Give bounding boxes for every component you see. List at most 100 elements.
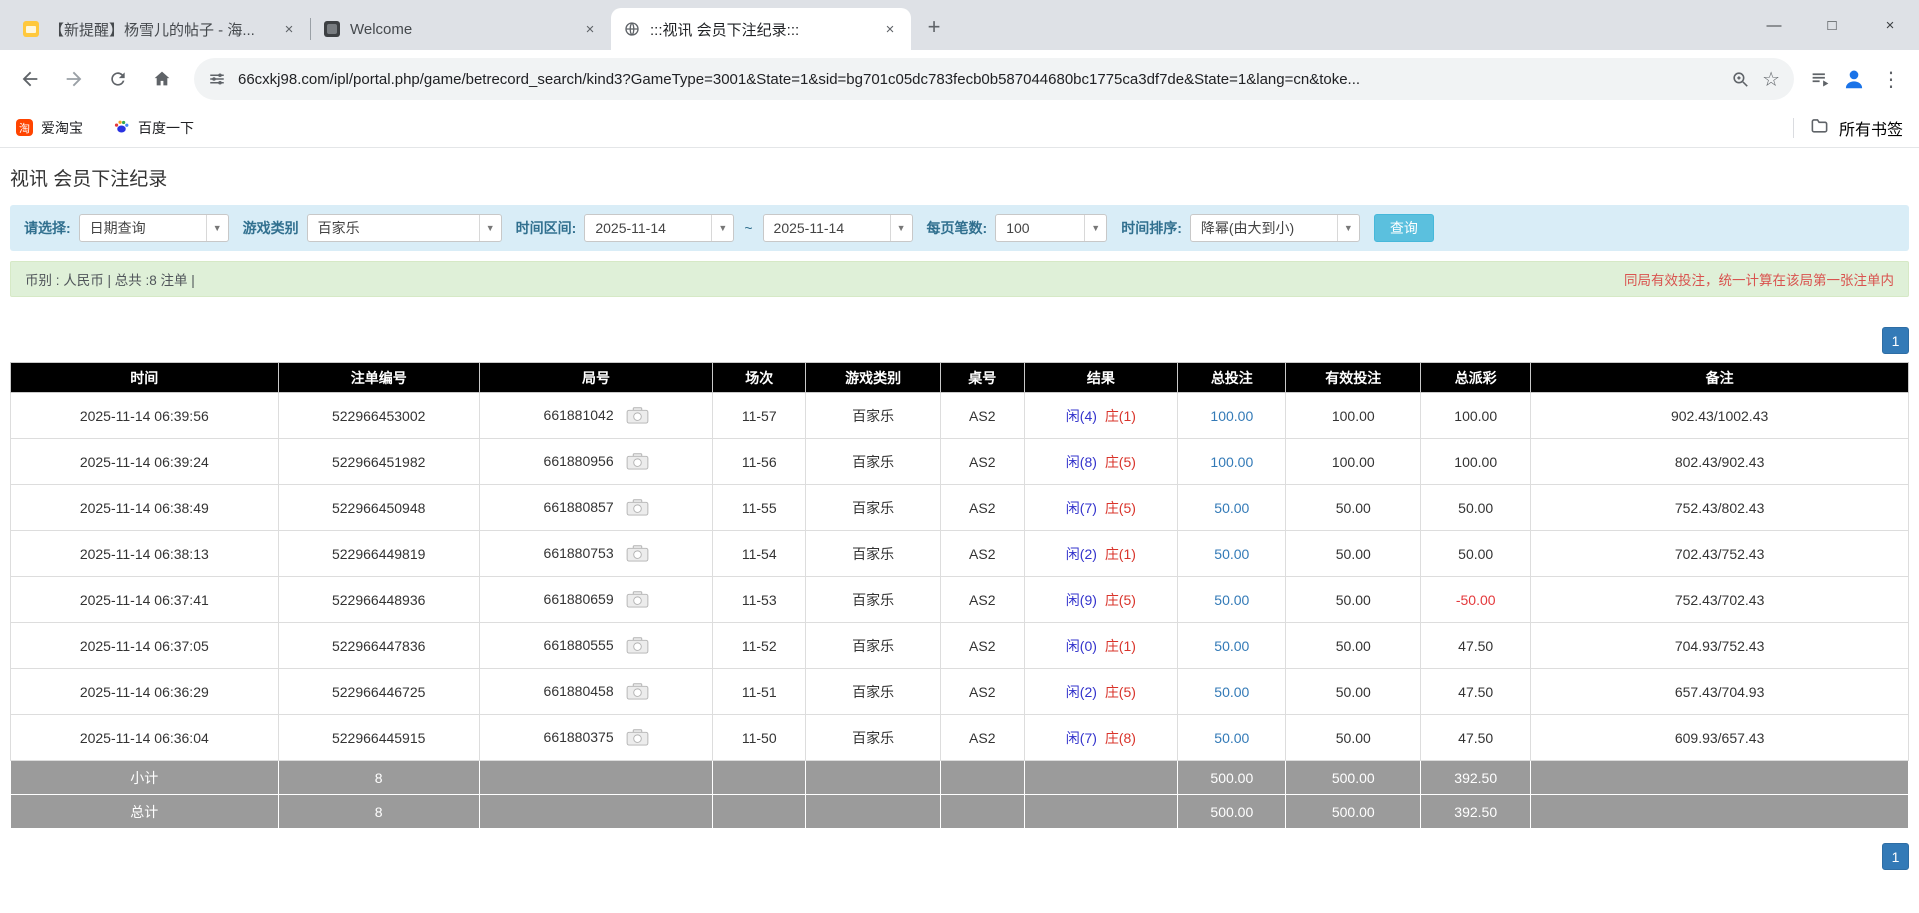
cell-time: 2025-11-14 06:37:41 [10, 576, 279, 623]
site-info-icon[interactable] [208, 70, 226, 88]
browser-toolbar: 66cxkj98.com/ipl/portal.php/game/betreco… [0, 50, 1919, 108]
date-from-select[interactable]: 2025-11-14 ▼ [584, 214, 735, 242]
subtotal-total-bet: 500.00 [1177, 760, 1287, 795]
url-text[interactable]: 66cxkj98.com/ipl/portal.php/game/betreco… [238, 71, 1719, 88]
total-total-bet: 500.00 [1177, 794, 1287, 829]
table-row: 2025-11-14 06:39:24 522966451982 6618809… [10, 438, 1909, 485]
profile-avatar[interactable] [1841, 66, 1867, 92]
col-game-type: 游戏类别 [805, 362, 941, 393]
search-button[interactable]: 查询 [1373, 214, 1434, 242]
result-banker: 庄(1) [1104, 637, 1136, 654]
result-banker: 庄(5) [1104, 591, 1136, 608]
media-controls-icon[interactable] [1810, 69, 1831, 90]
home-button[interactable] [142, 59, 182, 99]
replay-camera-icon[interactable] [626, 453, 649, 470]
cell-valid-bet: 100.00 [1285, 438, 1422, 485]
replay-camera-icon[interactable] [626, 683, 649, 700]
tab-close-icon[interactable]: × [879, 18, 901, 40]
col-valid-bet: 有效投注 [1285, 362, 1422, 393]
result-banker: 庄(1) [1104, 407, 1136, 424]
table-row: 2025-11-14 06:37:41 522966448936 6618806… [10, 576, 1909, 623]
page-size-label: 每页笔数: [926, 220, 988, 236]
cell-session: 11-54 [712, 530, 807, 577]
refresh-button[interactable] [98, 59, 138, 99]
cell-note: 802.43/902.43 [1530, 438, 1909, 485]
cell-payout: 47.50 [1420, 668, 1532, 715]
maximize-button[interactable]: □ [1803, 0, 1861, 50]
page-size-select[interactable]: 100 ▼ [995, 214, 1108, 242]
browser-menu-icon[interactable]: ⋮ [1877, 67, 1905, 92]
new-tab-button[interactable]: + [919, 12, 949, 42]
cell-time: 2025-11-14 06:36:04 [10, 714, 279, 761]
cell-payout: -50.00 [1420, 576, 1532, 623]
page-1-button[interactable]: 1 [1882, 327, 1909, 354]
cell-valid-bet: 50.00 [1285, 714, 1422, 761]
date-to-select[interactable]: 2025-11-14 ▼ [762, 214, 913, 242]
forward-button[interactable] [54, 59, 94, 99]
cell-total-bet: 50.00 [1177, 622, 1287, 669]
cell-payout: 50.00 [1420, 484, 1532, 531]
page-1-button[interactable]: 1 [1882, 843, 1909, 870]
cell-bet-id: 522966446725 [277, 668, 480, 715]
minimize-button[interactable]: — [1745, 0, 1803, 50]
total-bet-link[interactable]: 100.00 [1210, 408, 1253, 424]
cell-bet-id: 522966453002 [277, 392, 480, 439]
total-bet-link[interactable]: 50.00 [1214, 638, 1249, 654]
result-player: 闲(7) [1065, 729, 1097, 746]
tab-close-icon[interactable]: × [579, 18, 601, 40]
subtotal-valid-bet: 500.00 [1285, 760, 1422, 795]
cell-note: 702.43/752.43 [1530, 530, 1909, 577]
sort-order-select[interactable]: 降幂(由大到小) ▼ [1189, 214, 1360, 242]
query-type-select[interactable]: 日期查询 ▼ [78, 214, 229, 242]
replay-camera-icon[interactable] [626, 637, 649, 654]
replay-camera-icon[interactable] [626, 591, 649, 608]
replay-camera-icon[interactable] [626, 499, 649, 516]
filter-bar: 请选择: 日期查询 ▼ 游戏类别 百家乐 ▼ 时间区间: 2025-11-14 … [10, 205, 1909, 251]
bookmark-aitaobao[interactable]: 淘 爱淘宝 [16, 118, 83, 138]
game-type-select[interactable]: 百家乐 ▼ [306, 214, 502, 242]
table-row: 2025-11-14 06:37:05 522966447836 6618805… [10, 622, 1909, 669]
col-result: 结果 [1023, 362, 1179, 393]
all-bookmarks[interactable]: 所有书签 [1792, 116, 1903, 140]
total-bet-link[interactable]: 100.00 [1210, 454, 1253, 470]
tab-close-icon[interactable]: × [278, 18, 300, 40]
cell-round-id: 661880857 [478, 484, 714, 531]
cell-round-id: 661880659 [478, 576, 714, 623]
cell-time: 2025-11-14 06:37:05 [10, 622, 279, 669]
cell-bet-id: 522966445915 [277, 714, 480, 761]
tab-title: 【新提醒】杨雪儿的帖子 - 海... [49, 21, 255, 39]
total-bet-link[interactable]: 50.00 [1214, 500, 1249, 516]
bet-records-table: 时间 注单编号 局号 场次 游戏类别 桌号 结果 总投注 有效投注 总派彩 备注… [10, 362, 1909, 829]
address-bar[interactable]: 66cxkj98.com/ipl/portal.php/game/betreco… [194, 58, 1794, 100]
table-row: 2025-11-14 06:38:13 522966449819 6618807… [10, 530, 1909, 577]
bookmark-star-icon[interactable]: ☆ [1762, 67, 1780, 92]
globe-favicon-icon [623, 20, 641, 38]
round-id: 661880753 [543, 544, 614, 561]
replay-camera-icon[interactable] [626, 545, 649, 562]
bookmark-label: 百度一下 [138, 119, 194, 136]
cell-valid-bet: 50.00 [1285, 576, 1422, 623]
forum-favicon-icon [22, 20, 40, 38]
game-type-value: 百家乐 [317, 220, 360, 236]
cell-note: 902.43/1002.43 [1530, 392, 1909, 439]
cell-note: 609.93/657.43 [1530, 714, 1909, 761]
total-bet-link[interactable]: 50.00 [1214, 546, 1249, 562]
total-bet-link[interactable]: 50.00 [1214, 592, 1249, 608]
tab-bet-records[interactable]: :::视讯 会员下注纪录::: × [611, 8, 911, 50]
back-button[interactable] [10, 59, 50, 99]
tab-forum-post[interactable]: 【新提醒】杨雪儿的帖子 - 海... × [10, 8, 310, 50]
total-bet-link[interactable]: 50.00 [1214, 684, 1249, 700]
replay-camera-icon[interactable] [626, 729, 649, 746]
cell-session: 11-55 [712, 484, 807, 531]
bookmark-baidu[interactable]: 百度一下 [113, 118, 194, 138]
cell-total-bet: 100.00 [1177, 392, 1287, 439]
replay-camera-icon[interactable] [626, 407, 649, 424]
close-button[interactable]: × [1861, 0, 1919, 50]
chevron-down-icon: ▼ [711, 215, 733, 241]
tab-welcome[interactable]: Welcome × [311, 8, 611, 50]
bookmarks-bar: 淘 爱淘宝 百度一下 所有书签 [0, 108, 1919, 148]
total-bet-link[interactable]: 50.00 [1214, 730, 1249, 746]
zoom-icon[interactable] [1731, 70, 1750, 89]
date-range-tilde: ~ [744, 220, 753, 236]
query-type-label: 请选择: [24, 220, 71, 236]
